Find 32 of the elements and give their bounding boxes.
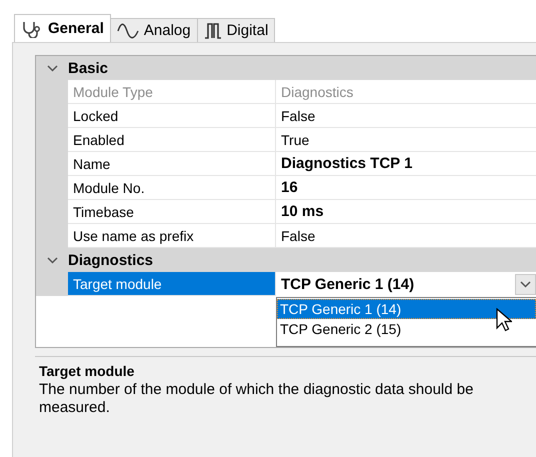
description-text: The number of the module of which the diagnostic data should be measured.	[39, 381, 474, 417]
tab[interactable]: Analog	[110, 18, 198, 42]
property-name[interactable]: Locked	[68, 104, 276, 128]
stethoscope-icon	[21, 20, 43, 38]
property-value[interactable]: 16	[276, 176, 536, 200]
property-name[interactable]: Enabled	[68, 128, 276, 152]
chevron-down-icon[interactable]	[520, 280, 531, 288]
tab[interactable]: Digital	[196, 18, 276, 42]
row-gutter	[36, 272, 68, 296]
pointer-cursor-icon	[496, 308, 512, 332]
property-value[interactable]: False	[276, 104, 536, 128]
dropdown-button[interactable]	[515, 274, 536, 294]
property-value[interactable]: Diagnostics TCP 1	[276, 152, 536, 176]
category-header[interactable]: Diagnostics	[36, 248, 536, 272]
category-header[interactable]: Basic	[36, 56, 536, 80]
square-pulse-icon	[204, 22, 222, 38]
property-name[interactable]: Module No.	[68, 176, 276, 200]
dropdown-field[interactable]: TCP Generic 1 (14)	[276, 272, 536, 296]
property-name[interactable]: Target module	[68, 272, 276, 296]
property-value[interactable]: 10 ms	[276, 200, 536, 224]
category-title: Diagnostics	[68, 252, 154, 268]
property-name[interactable]: Timebase	[68, 200, 276, 224]
sine-wave-icon	[116, 22, 139, 38]
chevron-icon[interactable]	[46, 256, 58, 264]
dropdown-option[interactable]: TCP Generic 1 (14)	[277, 299, 536, 319]
description-title: Target module	[39, 363, 136, 379]
property-value[interactable]: True	[276, 128, 536, 152]
tab[interactable]: General	[14, 14, 111, 42]
category-title: Basic	[68, 60, 108, 76]
property-name[interactable]: Name	[68, 152, 276, 176]
dropdown-option[interactable]: TCP Generic 2 (15)	[277, 319, 536, 339]
chevron-icon[interactable]	[46, 64, 58, 72]
